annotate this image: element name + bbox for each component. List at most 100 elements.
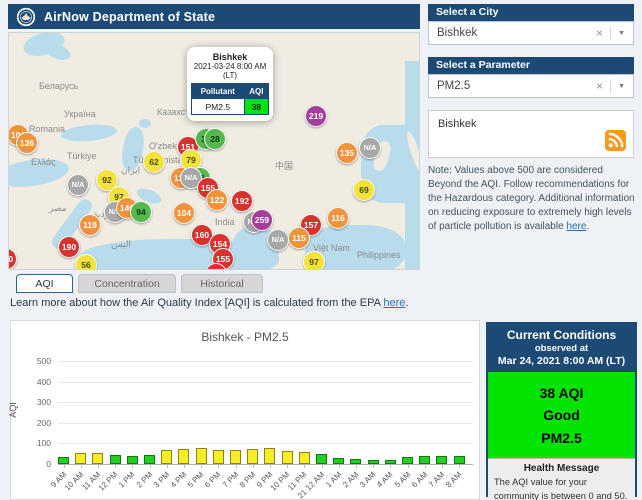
aqi-marker[interactable]: 130	[8, 248, 17, 270]
chart-bar	[230, 450, 241, 464]
x-tick	[167, 464, 168, 468]
x-tick	[442, 464, 443, 468]
y-axis-label: AQI	[8, 402, 18, 418]
popup-col-aqi: AQI	[244, 84, 268, 99]
rss-feed-box: Bishkek	[428, 110, 634, 158]
rss-feed-title: Bishkek	[438, 118, 477, 130]
y-tick-label: 500	[19, 356, 51, 366]
x-tick	[98, 464, 99, 468]
x-tick	[339, 464, 340, 468]
aqi-marker[interactable]: 97	[303, 251, 325, 270]
aqi-marker[interactable]: 116	[327, 207, 349, 229]
chart-bar	[75, 453, 86, 464]
parameter-select[interactable]: PM2.5 × ▼	[428, 74, 634, 98]
app-header: AirNow Department of State	[8, 4, 420, 29]
gridline	[58, 423, 473, 424]
y-tick-label: 400	[19, 377, 51, 387]
aqi-marker[interactable]: N/A	[359, 137, 381, 159]
parameter-clear-icon[interactable]: ×	[589, 79, 610, 93]
aqi-marker[interactable]: 136	[16, 132, 38, 154]
aqi-marker[interactable]: 104	[173, 202, 195, 224]
current-conditions-panel: Current Conditions observed at Mar 24, 2…	[486, 322, 637, 497]
chart-bar	[110, 455, 121, 464]
epa-here-link[interactable]: here	[383, 297, 405, 309]
city-select-value: Bishkek	[429, 27, 589, 39]
map-label: ایران	[121, 165, 140, 176]
x-tick	[322, 464, 323, 468]
view-tabs: AQI Concentration Historical	[16, 274, 263, 293]
note-here-link[interactable]: here	[566, 221, 586, 232]
health-message-title: Health Message	[494, 463, 629, 474]
aqi-marker[interactable]: 190	[58, 236, 80, 258]
chart-plot: AQI 01002003004005009 AM10 AM11 AM12 PM1…	[11, 321, 479, 499]
map-popup: Bishkek 2021-03-24 8:00 AM (LT) Pollutan…	[187, 47, 273, 121]
y-tick-label: 100	[19, 438, 51, 448]
chart-bar	[282, 451, 293, 464]
y-tick-label: 0	[19, 459, 51, 469]
observed-at-label: observed at	[490, 343, 633, 354]
chart-bar	[161, 450, 172, 464]
aqi-marker[interactable]: 219	[305, 105, 327, 127]
note-prefix: Note: Values above 500 are considered Be…	[428, 165, 635, 232]
popup-aqi-table: Pollutant AQI PM2.5 38	[191, 83, 269, 115]
x-tick	[287, 464, 288, 468]
tab-concentration[interactable]: Concentration	[78, 274, 176, 293]
chart-bar	[247, 449, 258, 464]
airnow-page: AirNow Department of State БеларусьУкраї…	[0, 0, 642, 500]
x-tick	[81, 464, 82, 468]
chart-bar	[264, 448, 275, 464]
tab-historical[interactable]: Historical	[181, 274, 263, 293]
aqi-marker[interactable]: 62	[143, 151, 165, 173]
aqi-marker[interactable]: N/A	[67, 174, 89, 196]
parameter-dropdown-arrow-icon[interactable]: ▼	[610, 79, 633, 93]
aqi-marker[interactable]: 192	[231, 190, 253, 212]
gridline	[58, 443, 473, 444]
tab-aqi[interactable]: AQI	[16, 274, 73, 293]
chart-bar	[436, 456, 447, 464]
y-tick-label: 300	[19, 397, 51, 407]
aqi-marker[interactable]: N/A	[267, 229, 289, 251]
chart-bar	[316, 454, 327, 464]
x-axis-line	[58, 464, 473, 465]
aqi-marker[interactable]: 56	[75, 254, 97, 270]
beyond-aqi-note: Note: Values above 500 are considered Be…	[428, 164, 636, 234]
learn-more-text: Learn more about how the Air Quality Ind…	[10, 297, 408, 309]
city-dropdown-arrow-icon[interactable]: ▼	[610, 26, 633, 40]
observed-at-datetime: Mar 24, 2021 8:00 AM (LT)	[490, 355, 633, 367]
city-select[interactable]: Bishkek × ▼	[428, 21, 634, 45]
water-shape	[139, 119, 151, 128]
aqi-marker[interactable]: 94	[130, 201, 152, 223]
map-label: Romania	[29, 124, 65, 134]
x-tick	[253, 464, 254, 468]
aqi-marker[interactable]: 28	[204, 128, 226, 150]
rss-icon[interactable]	[605, 130, 626, 151]
chart-bar	[127, 456, 138, 464]
chart-panel: Bishkek - PM2.5 AQI 01002003004005009 AM…	[10, 320, 480, 500]
popup-datetime: 2021-03-24 8:00 AM	[191, 62, 269, 71]
map-label: 中国	[275, 159, 293, 172]
x-tick	[356, 464, 357, 468]
current-conditions-header: Current Conditions observed at Mar 24, 2…	[488, 324, 635, 372]
map-label: اليمن	[111, 239, 131, 250]
note-suffix: .	[586, 221, 589, 232]
dos-seal-logo-icon	[16, 7, 36, 27]
x-tick	[304, 464, 305, 468]
current-conditions-title: Current Conditions	[490, 328, 633, 342]
x-tick	[201, 464, 202, 468]
aqi-map[interactable]: БеларусьУкраїнаRomaniaКазахстанTürkiyeΕλ…	[8, 32, 420, 270]
x-tick	[270, 464, 271, 468]
x-tick	[425, 464, 426, 468]
aqi-marker[interactable]: 69	[353, 179, 375, 201]
aqi-marker[interactable]: 115	[288, 227, 310, 249]
gridline	[58, 361, 473, 362]
aqi-marker[interactable]: 135	[336, 142, 358, 164]
chart-bar	[402, 457, 413, 464]
aqi-marker[interactable]: 119	[79, 214, 101, 236]
aqi-marker[interactable]: 259	[251, 209, 273, 231]
chart-bar	[196, 448, 207, 464]
x-tick	[64, 464, 65, 468]
x-tick	[150, 464, 151, 468]
city-clear-icon[interactable]: ×	[589, 26, 610, 40]
aqi-marker[interactable]: 122	[206, 189, 228, 211]
chart-bar	[299, 452, 310, 464]
